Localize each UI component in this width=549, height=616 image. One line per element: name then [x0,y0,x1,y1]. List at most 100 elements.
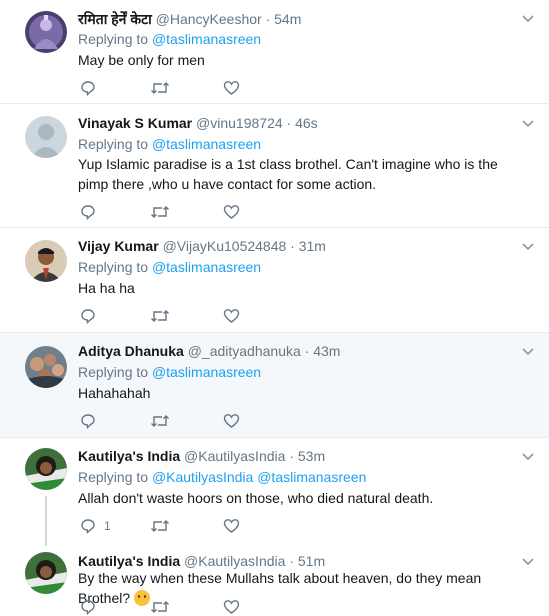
reply-button[interactable] [80,598,96,616]
tweet-header: Vinayak S Kumar @vinu198724 · 46s [78,115,318,131]
reply-button[interactable]: 1 [80,517,111,535]
tweet-actions: 1 [80,517,300,535]
heart-icon [223,205,240,219]
tweet-header: Vijay Kumar @VijayKu10524848 · 31m [78,238,326,254]
reply-icon [81,81,95,96]
reply-icon [81,600,95,615]
chevron-down-icon[interactable] [521,347,535,357]
tweet-header: Kautilya's India @KautilyasIndia · 53m [78,448,325,464]
display-name[interactable]: Kautilya's India [78,448,180,464]
tweet-time[interactable]: 53m [298,448,325,464]
retweet-button[interactable] [150,517,170,535]
like-button[interactable] [223,517,240,535]
chevron-down-icon[interactable] [521,557,535,567]
replying-to-label: Replying to [78,136,149,152]
tweet-time[interactable]: 46s [295,115,318,131]
display-name[interactable]: Kautilya's India [78,553,180,569]
replying-to-label: Replying to [78,364,149,380]
separator-dot: · [265,11,271,27]
user-handle[interactable]: @HancyKeeshor [156,11,262,27]
mention-link[interactable]: @taslimanasreen [152,364,261,380]
tweet-text: Yup Islamic paradise is a 1st class brot… [78,156,498,192]
like-button[interactable] [223,79,240,97]
tweet-text: May be only for men [78,52,205,68]
tweet-time[interactable]: 51m [298,553,325,569]
heart-icon [223,414,240,428]
reply-count: 1 [104,519,111,533]
tweet[interactable]: रमिता हेर्नें केटा @HancyKeeshor · 54m R… [0,0,549,104]
mention-link[interactable]: @taslimanasreen [257,469,366,485]
user-handle[interactable]: @VijayKu10524848 [163,238,287,254]
like-button[interactable] [223,307,240,325]
heart-icon [223,309,240,323]
replying-to: Replying to @KautilyasIndia @taslimanasr… [78,469,366,485]
retweet-button[interactable] [150,412,170,430]
user-handle[interactable]: @vinu198724 [196,115,283,131]
tweet-time[interactable]: 31m [299,238,326,254]
heart-icon [223,600,240,614]
mention-link[interactable]: @KautilyasIndia [152,469,253,485]
separator-dot: · [289,448,294,464]
tweet[interactable]: Vinayak S Kumar @vinu198724 · 46s Replyi… [0,104,549,228]
mention-link[interactable]: @taslimanasreen [152,136,261,152]
heart-icon [223,519,240,533]
retweet-icon [151,206,169,218]
display-name[interactable]: रमिता हेर्नें केटा [78,11,152,27]
tweet-actions [80,307,300,325]
tweet[interactable]: Vijay Kumar @VijayKu10524848 · 31m Reply… [0,228,549,333]
avatar[interactable] [25,240,67,282]
reply-feed: रमिता हेर्नें केटा @HancyKeeshor · 54m R… [0,0,549,615]
mention-link[interactable]: @taslimanasreen [152,31,261,47]
display-name[interactable]: Aditya Dhanuka [78,343,184,359]
chevron-down-icon[interactable] [521,14,535,24]
replying-to-label: Replying to [78,259,149,275]
display-name[interactable]: Vijay Kumar [78,238,159,254]
reply-button[interactable] [80,412,96,430]
tweet[interactable]: Kautilya's India @KautilyasIndia · 53m R… [0,438,549,546]
retweet-icon [151,82,169,94]
mention-link[interactable]: @taslimanasreen [152,259,261,275]
like-button[interactable] [223,412,240,430]
avatar[interactable] [25,346,67,388]
replying-to-label: Replying to [78,31,149,47]
tweet-text: Hahahahah [78,385,151,401]
retweet-button[interactable] [150,598,170,616]
tweet[interactable]: Aditya Dhanuka @_adityadhanuka · 43m Rep… [0,333,549,438]
tweet-text: Ha ha ha [78,280,135,296]
replying-to: Replying to @taslimanasreen [78,31,261,47]
tweet-header: Kautilya's India @KautilyasIndia · 51m [78,553,325,569]
retweet-button[interactable] [150,203,170,221]
replying-to-label: Replying to [78,469,149,485]
user-handle[interactable]: @_adityadhanuka [188,343,301,359]
retweet-button[interactable] [150,307,170,325]
user-handle[interactable]: @KautilyasIndia [184,553,285,569]
reply-button[interactable] [80,307,96,325]
display-name[interactable]: Vinayak S Kumar [78,115,192,131]
tweet-actions [80,412,300,430]
reply-button[interactable] [80,79,96,97]
like-button[interactable] [223,203,240,221]
replying-to: Replying to @taslimanasreen [78,364,261,380]
separator-dot: · [286,115,292,131]
tweet-time[interactable]: 43m [313,343,340,359]
reply-button[interactable] [80,203,96,221]
separator-dot: · [290,238,295,254]
chevron-down-icon[interactable] [521,119,535,129]
avatar[interactable] [25,448,67,490]
tweet-time[interactable]: 54m [274,11,301,27]
like-button[interactable] [223,598,240,616]
tweet-header: रमिता हेर्नें केटा @HancyKeeshor · 54m [78,10,301,29]
retweet-button[interactable] [150,79,170,97]
thread-connector [45,496,47,546]
reply-icon [81,519,95,534]
tweet-actions [80,598,300,616]
tweet[interactable]: Kautilya's India @KautilyasIndia · 51m B… [0,546,549,615]
avatar[interactable] [25,116,67,158]
avatar[interactable] [25,552,67,594]
avatar[interactable] [25,11,67,53]
tweet-actions [80,79,300,97]
chevron-down-icon[interactable] [521,242,535,252]
user-handle[interactable]: @KautilyasIndia [184,448,285,464]
chevron-down-icon[interactable] [521,452,535,462]
retweet-icon [151,310,169,322]
